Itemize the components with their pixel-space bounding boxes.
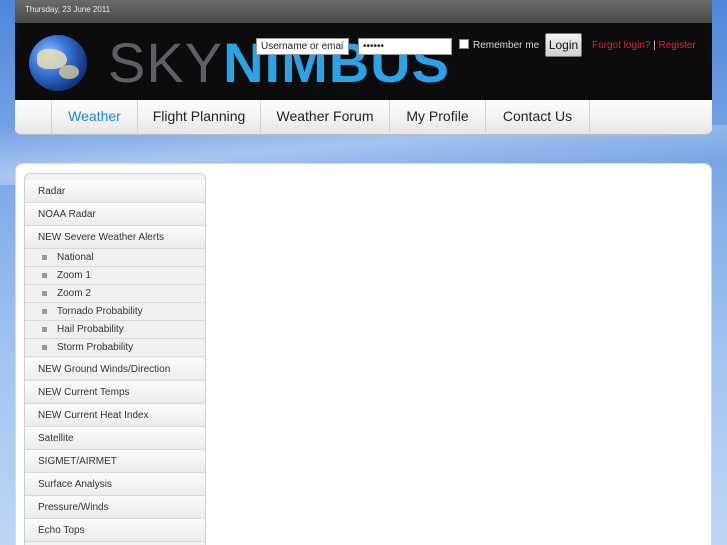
- sidebar-subitem-national[interactable]: National: [25, 249, 205, 267]
- sidebar-item-echo-tops[interactable]: Echo Tops: [25, 519, 205, 542]
- sidebar-subitem-zoom-2[interactable]: Zoom 2: [25, 285, 205, 303]
- logo-sky-text: SKY: [108, 31, 224, 94]
- weather-sidebar: Radar NOAA Radar NEW Severe Weather Aler…: [24, 173, 206, 545]
- remember-me-checkbox[interactable]: [459, 39, 469, 49]
- nav-contact-us[interactable]: Contact Us: [485, 100, 590, 135]
- globe-logo-icon: [29, 35, 87, 91]
- bullet-icon: [42, 291, 47, 296]
- sidebar-subitem-tornado-probability[interactable]: Tornado Probability: [25, 303, 205, 321]
- sidebar-item-current-heat-index[interactable]: NEW Current Heat Index: [25, 404, 205, 427]
- sidebar-item-severe-weather-alerts[interactable]: NEW Severe Weather Alerts: [25, 226, 205, 249]
- sidebar-subitem-zoom-1[interactable]: Zoom 1: [25, 267, 205, 285]
- nav-weather-forum[interactable]: Weather Forum: [260, 100, 389, 135]
- bullet-icon: [42, 345, 47, 350]
- sidebar-subitem-label: National: [57, 252, 94, 263]
- remember-me-label: Remember me: [473, 40, 540, 51]
- sidebar-subitem-label: Zoom 2: [57, 288, 91, 299]
- bullet-icon: [42, 255, 47, 260]
- nav-flight-planning[interactable]: Flight Planning: [137, 100, 260, 135]
- sidebar-item-surface-analysis[interactable]: Surface Analysis: [25, 473, 205, 496]
- auth-links-separator: |: [653, 40, 656, 51]
- sidebar-subitem-label: Tornado Probability: [57, 306, 143, 317]
- forgot-login-link[interactable]: Forgot login?: [592, 40, 650, 51]
- sidebar-item-radar[interactable]: Radar: [25, 180, 205, 203]
- nav-my-profile[interactable]: My Profile: [389, 100, 485, 135]
- current-date: Thursday, 23 June 2011: [25, 5, 111, 14]
- sidebar-item-ground-winds[interactable]: NEW Ground Winds/Direction: [25, 358, 205, 381]
- auth-links: Forgot login? | Register: [592, 40, 696, 51]
- sidebar-item-sigmet-airmet[interactable]: SIGMET/AIRMET: [25, 450, 205, 473]
- main-nav: Weather Flight Planning Weather Forum My…: [15, 100, 712, 135]
- password-input[interactable]: [358, 38, 452, 55]
- sidebar-subitem-hail-probability[interactable]: Hail Probability: [25, 321, 205, 339]
- sidebar-item-noaa-radar[interactable]: NOAA Radar: [25, 203, 205, 226]
- register-link[interactable]: Register: [659, 40, 696, 51]
- sidebar-item-pressure-winds[interactable]: Pressure/Winds: [25, 496, 205, 519]
- sidebar-subitem-label: Zoom 1: [57, 270, 91, 281]
- bullet-icon: [42, 309, 47, 314]
- sidebar-subitem-storm-probability[interactable]: Storm Probability: [25, 339, 205, 357]
- bullet-icon: [42, 273, 47, 278]
- sidebar-item-current-temps[interactable]: NEW Current Temps: [25, 381, 205, 404]
- sidebar-subitem-label: Storm Probability: [57, 342, 134, 353]
- bullet-icon: [42, 327, 47, 332]
- login-button[interactable]: Login: [545, 33, 582, 57]
- sidebar-item-satellite[interactable]: Satellite: [25, 427, 205, 450]
- username-input[interactable]: [256, 38, 349, 55]
- sidebar-subitem-label: Hail Probability: [57, 324, 124, 335]
- site-header: SKYNIMBUS Remember me Login Forgot login…: [15, 23, 712, 100]
- top-bar: Thursday, 23 June 2011: [15, 0, 712, 23]
- nav-weather[interactable]: Weather: [51, 100, 137, 135]
